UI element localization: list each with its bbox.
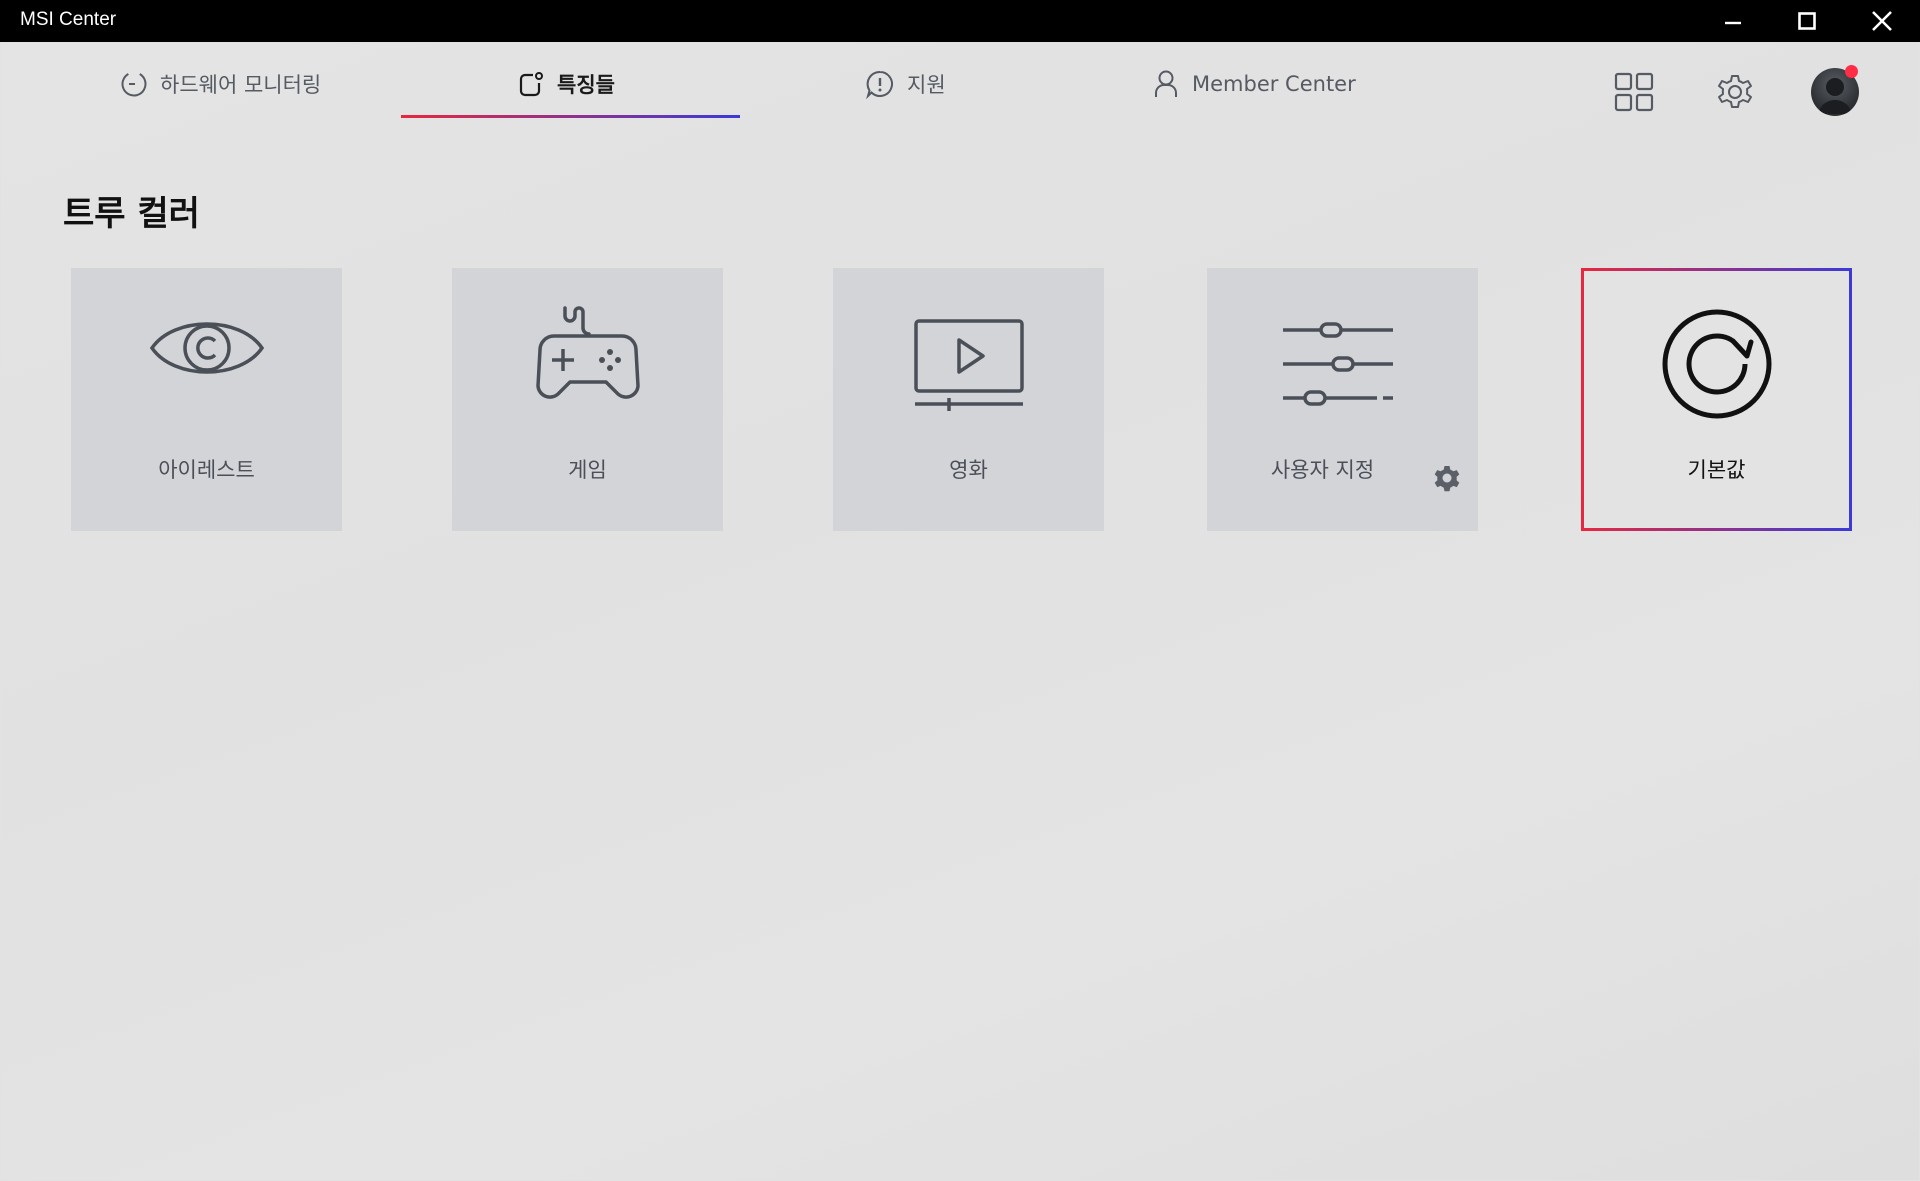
reset-icon — [1584, 308, 1849, 420]
tab-label: Member Center — [1192, 72, 1356, 96]
minimize-button[interactable] — [1697, 0, 1769, 42]
mode-card-custom[interactable]: 사용자 지정 — [1207, 268, 1478, 531]
eye-icon — [71, 308, 342, 388]
page-title: 트루 컬러 — [63, 194, 200, 234]
custom-settings-button[interactable] — [1431, 462, 1463, 498]
tab-support[interactable]: 지원 — [865, 64, 946, 104]
main-content: 하드웨어 모니터링 특징들 지원 Member Center 트루 컬러 아이레… — [1, 42, 1919, 1180]
window-title: MSI Center — [20, 9, 117, 30]
monitor-gauge-icon — [120, 70, 148, 98]
minimize-icon — [1725, 21, 1741, 25]
mode-card-game[interactable]: 게임 — [452, 268, 723, 531]
maximize-icon — [1798, 12, 1816, 30]
maximize-button[interactable] — [1771, 0, 1843, 42]
gamepad-icon — [452, 300, 723, 406]
person-icon — [1152, 69, 1180, 99]
mode-label: 기본값 — [1687, 458, 1746, 482]
mode-label: 게임 — [568, 458, 607, 482]
mode-card-movie[interactable]: 영화 — [833, 268, 1104, 531]
sliders-icon — [1195, 320, 1478, 406]
support-icon — [865, 69, 895, 99]
settings-button[interactable] — [1713, 70, 1757, 114]
title-bar: MSI Center — [0, 0, 1920, 42]
tab-features[interactable]: 특징들 — [517, 64, 615, 104]
apps-grid-button[interactable] — [1613, 71, 1655, 113]
tab-label: 특징들 — [557, 73, 615, 97]
tab-member-center[interactable]: Member Center — [1152, 64, 1356, 104]
close-button[interactable] — [1846, 0, 1918, 42]
notification-badge — [1845, 65, 1858, 78]
msi-center-window: MSI Center 하드웨어 모니터링 특징들 지원 Member Cente… — [0, 0, 1920, 1181]
tab-label: 지원 — [907, 73, 946, 97]
gear-icon — [1718, 75, 1752, 108]
active-tab-indicator — [401, 115, 740, 118]
gear-icon — [1434, 466, 1460, 492]
mode-label: 영화 — [949, 458, 988, 482]
mode-card-default[interactable]: 기본값 — [1581, 268, 1852, 531]
mode-card-eyerest[interactable]: 아이레스트 — [71, 268, 342, 531]
tab-label: 하드웨어 모니터링 — [160, 73, 322, 97]
grid-icon — [1614, 72, 1654, 112]
close-icon — [1872, 11, 1892, 31]
features-icon — [517, 70, 545, 98]
mode-label: 아이레스트 — [158, 458, 255, 482]
tab-hardware-monitoring[interactable]: 하드웨어 모니터링 — [120, 64, 321, 104]
movie-icon — [833, 318, 1104, 414]
